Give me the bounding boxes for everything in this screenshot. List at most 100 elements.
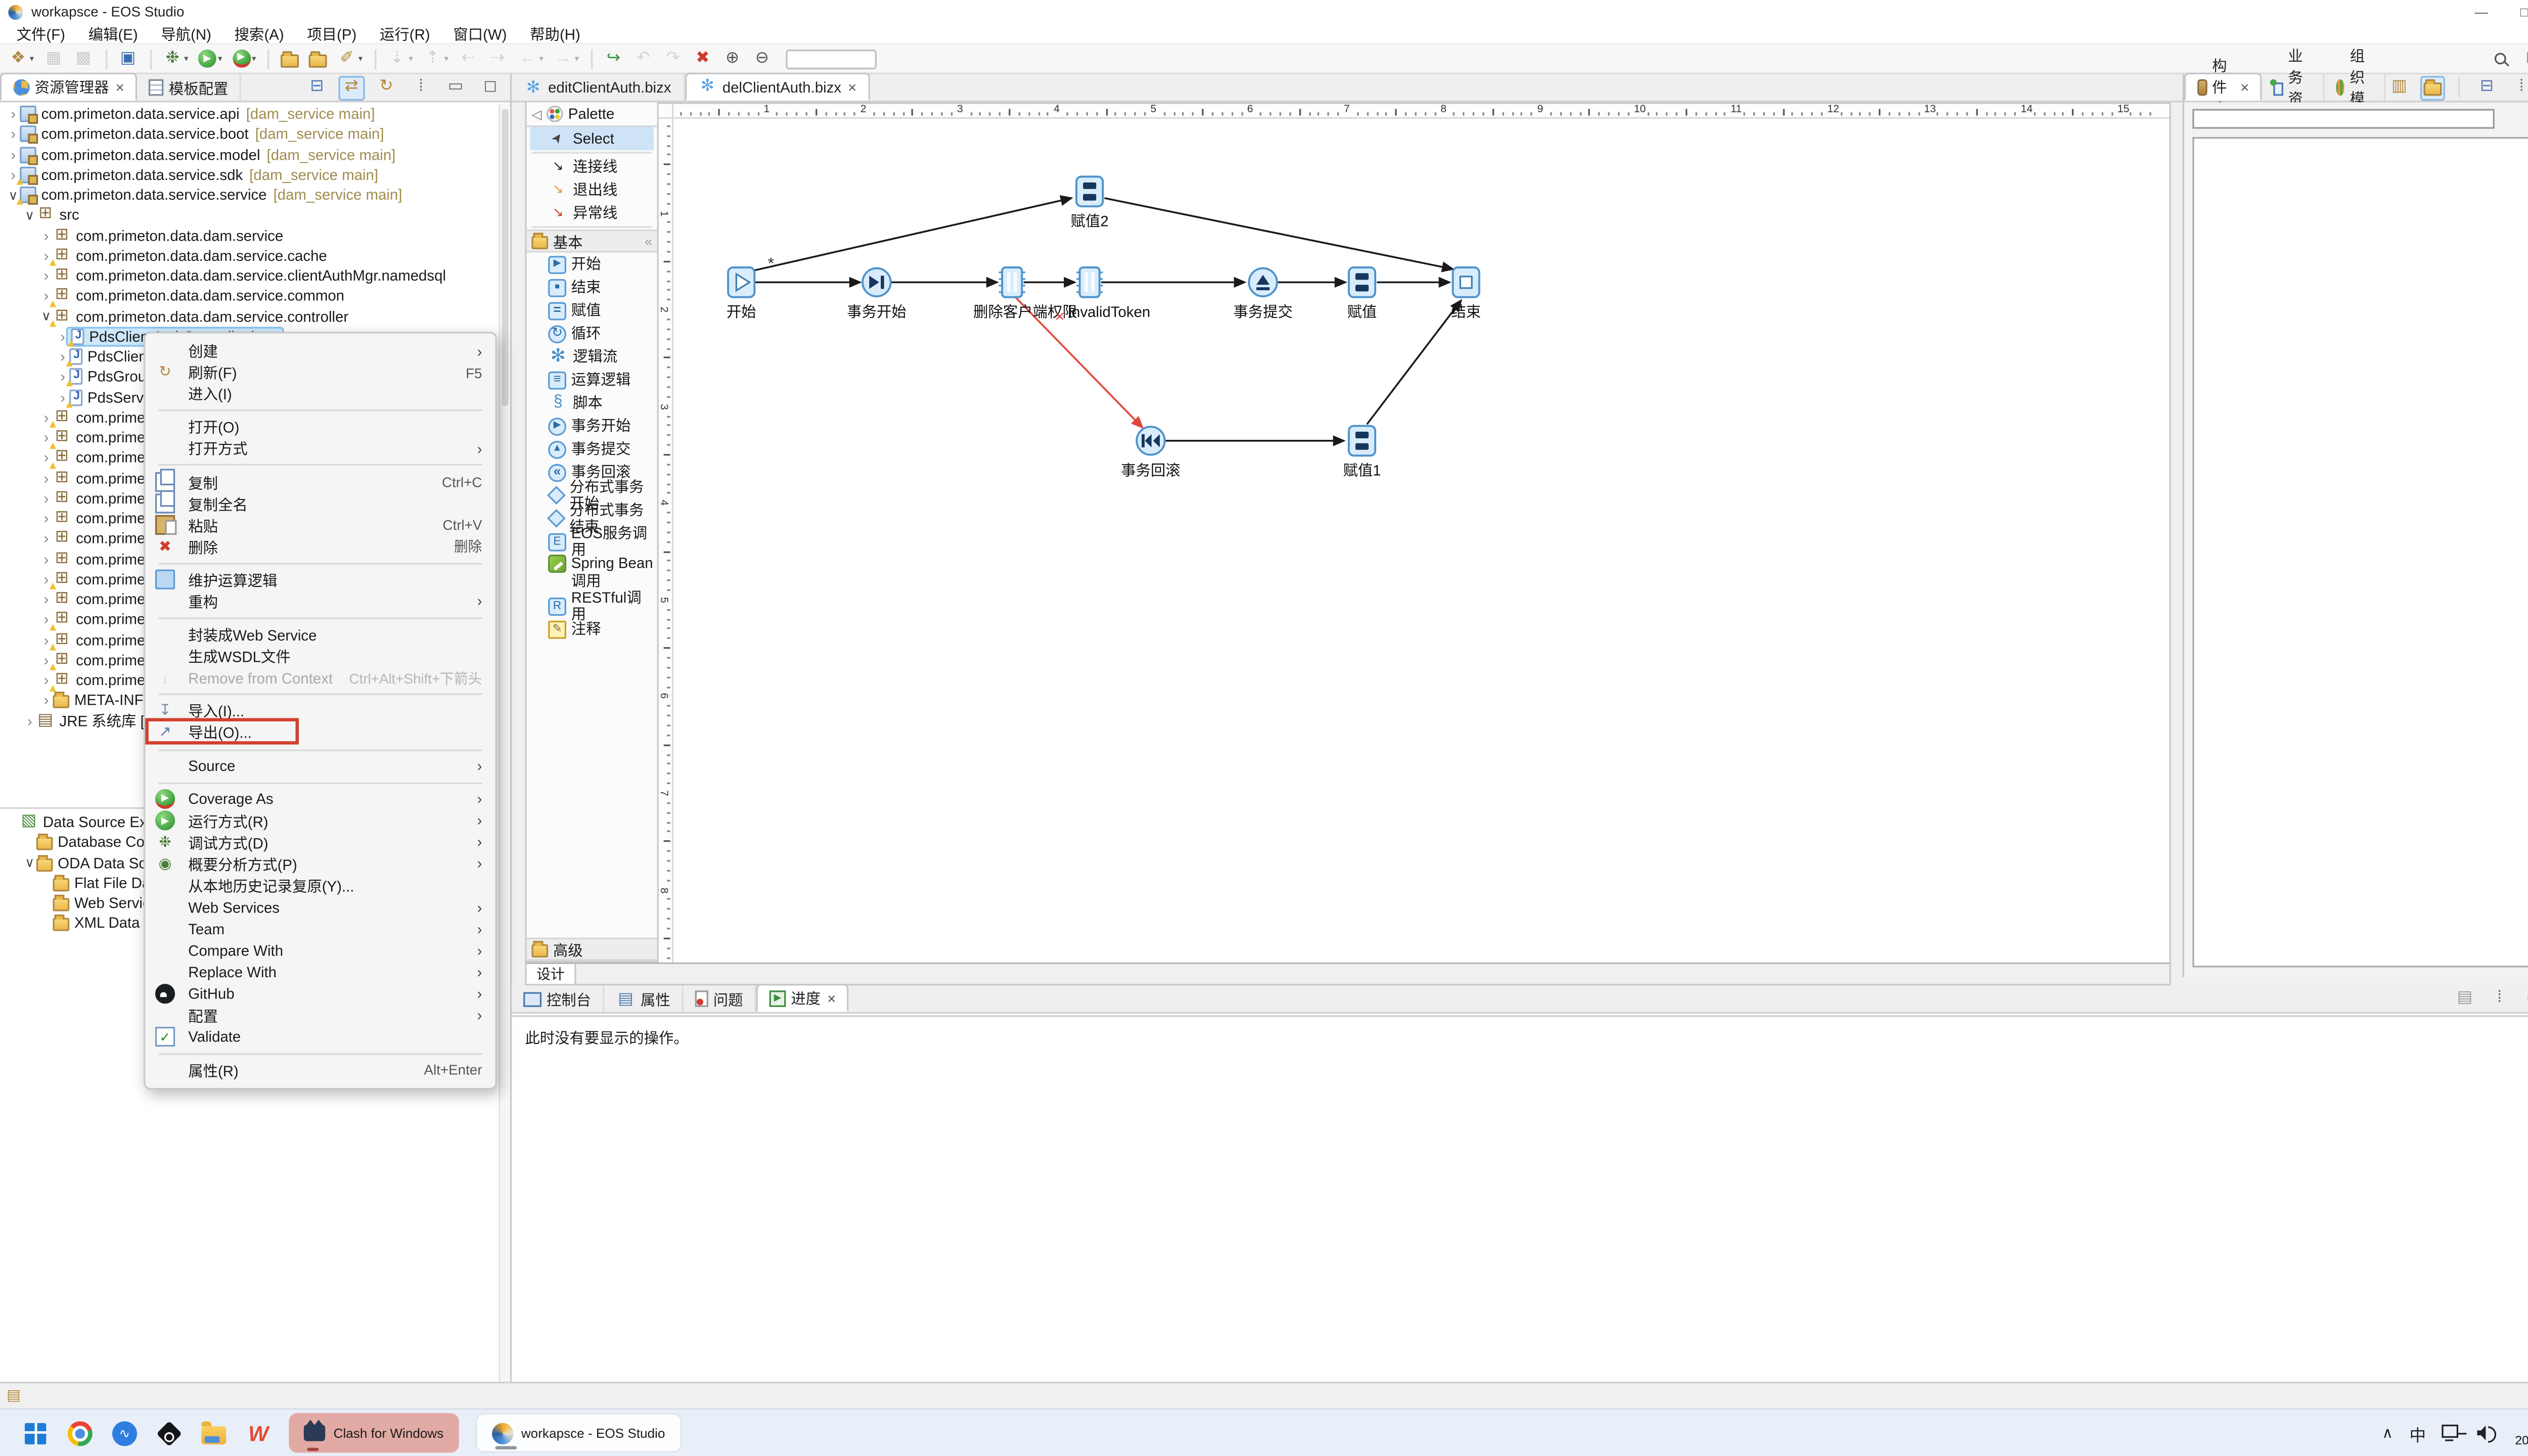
collapse-palette-icon[interactable]: ◁ bbox=[531, 107, 541, 121]
menu-item-Validate[interactable]: Validate bbox=[145, 1026, 495, 1048]
tab-资源管理器[interactable]: 资源管理器× bbox=[0, 73, 138, 101]
view-menu-icon[interactable]: ⁞ bbox=[2508, 75, 2528, 100]
menu-item-0[interactable]: 文件(F) bbox=[5, 23, 77, 43]
tab-进度[interactable]: ▶进度× bbox=[756, 984, 849, 1012]
volume-icon[interactable] bbox=[2477, 1425, 2498, 1441]
last-edit-location-icon[interactable]: ↪ bbox=[600, 46, 626, 71]
menu-item-删除[interactable]: ✖删除删除 bbox=[145, 536, 495, 558]
menu-item-生成WSDL文件[interactable]: 生成WSDL文件 bbox=[145, 646, 495, 667]
close-tab-icon[interactable]: × bbox=[827, 990, 836, 1007]
collapsed-arrow-icon[interactable]: › bbox=[39, 530, 53, 547]
taskbar-windows-icon[interactable] bbox=[21, 1419, 50, 1447]
menu-item-刷新(F)[interactable]: ↻刷新(F)F5 bbox=[145, 361, 495, 383]
diagram-node-txn-begin[interactable]: 事务开始 bbox=[847, 268, 907, 321]
open-folder-2-icon[interactable] bbox=[305, 46, 330, 71]
taskbar-file-explorer-icon[interactable] bbox=[200, 1419, 228, 1447]
menu-item-Source[interactable]: Source› bbox=[145, 755, 495, 777]
back-icon[interactable]: ←▾ bbox=[515, 46, 547, 71]
zoom-in-icon[interactable]: ⊕ bbox=[719, 46, 746, 71]
menu-item-复制全名[interactable]: 复制全名 bbox=[145, 493, 495, 515]
tree-row-1[interactable]: ›com.primeton.data.service.boot[dam_serv… bbox=[0, 124, 497, 145]
scrollbar-thumb[interactable] bbox=[502, 109, 509, 406]
dropdown-arrow-icon[interactable]: ▾ bbox=[539, 54, 543, 64]
clock[interactable]: 15:262025/10/16 bbox=[2515, 1418, 2528, 1448]
tab-属性[interactable]: ▤属性 bbox=[604, 985, 684, 1012]
maximize-button[interactable]: □ bbox=[2503, 0, 2528, 23]
coverage-icon[interactable]: ▶▾ bbox=[229, 46, 259, 71]
menu-item-封装成Web Service[interactable]: 封装成Web Service bbox=[145, 624, 495, 646]
expanded-arrow-icon[interactable]: ∨ bbox=[23, 855, 36, 870]
collapse-all-icon[interactable]: ⊟ bbox=[304, 75, 330, 100]
menu-item-运行方式(R)[interactable]: ▶运行方式(R)› bbox=[145, 810, 495, 832]
palette-item-RESTful调用[interactable]: RRESTful调用 bbox=[530, 595, 654, 618]
taskbar-obsidian-icon[interactable] bbox=[155, 1419, 184, 1447]
refresh-gold-icon[interactable]: ↻ bbox=[373, 75, 399, 100]
close-tab-icon[interactable]: × bbox=[116, 78, 124, 95]
diagram-node-assign1[interactable]: 赋值1 bbox=[1343, 426, 1381, 479]
chip-folder-icon[interactable]: ▥ bbox=[2386, 75, 2412, 100]
dropdown-arrow-icon[interactable]: ▾ bbox=[184, 54, 188, 64]
menu-item-Replace With[interactable]: Replace With› bbox=[145, 962, 495, 983]
checkout-icon[interactable]: ⇣▾ bbox=[384, 46, 416, 71]
link-with-editor-icon[interactable]: ⇄ bbox=[338, 75, 365, 100]
tab-delClientAuth.bizx[interactable]: ✻delClientAuth.bizx× bbox=[685, 73, 870, 101]
diagram-node-invalid-token[interactable]: invalidToken bbox=[1068, 267, 1150, 321]
minimize-icon[interactable]: ▭ bbox=[442, 75, 469, 100]
diagram-node-assign[interactable]: 赋值 bbox=[1347, 267, 1377, 321]
menu-item-Remove from Context[interactable]: ↓Remove from ContextCtrl+Alt+Shift+下箭头 bbox=[145, 667, 495, 689]
palette-item-EOS服务调用[interactable]: EEOS服务调用 bbox=[530, 530, 654, 553]
redo-icon[interactable]: ↷ bbox=[660, 46, 686, 71]
collapsed-arrow-icon[interactable]: › bbox=[39, 470, 53, 486]
toolbar-field[interactable] bbox=[785, 49, 876, 68]
prev-edit-icon[interactable]: ⇠ bbox=[455, 46, 481, 71]
open-perspective-icon[interactable]: ⊞ bbox=[2519, 46, 2528, 71]
expanded-arrow-icon[interactable]: ∨ bbox=[23, 208, 36, 222]
new-wizard-icon[interactable]: ❖▾ bbox=[5, 46, 37, 71]
palette-item-异常线[interactable]: ↘异常线 bbox=[530, 201, 654, 224]
open-folder-icon[interactable] bbox=[278, 46, 302, 71]
tab-editClientAuth.bizx[interactable]: ✻editClientAuth.bizx bbox=[512, 74, 684, 101]
menu-item-属性(R)[interactable]: 属性(R)Alt+Enter bbox=[145, 1059, 495, 1081]
menu-item-导入(I)...[interactable]: ↧导入(I)... bbox=[145, 701, 495, 722]
forward-icon[interactable]: →▾ bbox=[550, 46, 582, 71]
tab-构件库[interactable]: 构件库× bbox=[2184, 73, 2262, 101]
debug-icon[interactable]: ❉▾ bbox=[159, 46, 192, 71]
tab-模板配置[interactable]: 模板配置 bbox=[138, 74, 242, 101]
dropdown-arrow-icon[interactable]: ▾ bbox=[409, 54, 413, 64]
save-all-icon[interactable]: ▩ bbox=[70, 46, 97, 71]
menu-item-打开(O)[interactable]: 打开(O) bbox=[145, 417, 495, 438]
maximize-icon[interactable]: ◻ bbox=[477, 75, 504, 100]
next-edit-icon[interactable]: ⇢ bbox=[485, 46, 511, 71]
menu-item-从本地历史记录复原(Y)...[interactable]: 从本地历史记录复原(Y)... bbox=[145, 875, 495, 897]
menu-item-Team[interactable]: Team› bbox=[145, 918, 495, 940]
menu-item-2[interactable]: 导航(N) bbox=[150, 23, 223, 43]
menu-item-3[interactable]: 搜索(A) bbox=[223, 23, 296, 43]
menu-item-导出(O)...[interactable]: ↗导出(O)... bbox=[145, 722, 495, 744]
tree-row-0[interactable]: ›com.primeton.data.service.api[dam_servi… bbox=[0, 104, 497, 124]
tree-row-3[interactable]: ›com.primeton.data.service.sdk[dam_servi… bbox=[0, 165, 497, 185]
taskbar-window-workapsce - EOS Studio[interactable]: workapsce - EOS Studio bbox=[475, 1413, 682, 1452]
view-menu-icon[interactable]: ⁞ bbox=[408, 75, 434, 100]
menu-item-7[interactable]: 帮助(H) bbox=[518, 23, 592, 43]
menu-item-GitHub[interactable]: GitHub› bbox=[145, 983, 495, 1005]
minimize-icon[interactable]: ▭ bbox=[2521, 986, 2528, 1011]
collapsed-arrow-icon[interactable]: › bbox=[23, 712, 36, 729]
palette-item-逻辑流[interactable]: ✻逻辑流 bbox=[530, 345, 654, 368]
palette-item-脚本[interactable]: §脚本 bbox=[530, 391, 654, 415]
menu-item-调试方式(D)[interactable]: ❉调试方式(D)› bbox=[145, 832, 495, 853]
palette-item-连接线[interactable]: ↘连接线 bbox=[530, 155, 654, 178]
diagram-edge-10[interactable] bbox=[1367, 300, 1461, 424]
palette-item-循环[interactable]: ↻循环 bbox=[530, 322, 654, 345]
palette-item-赋值[interactable]: =赋值 bbox=[530, 299, 654, 322]
dropdown-arrow-icon[interactable]: ▾ bbox=[218, 54, 222, 64]
menu-item-维护运算逻辑[interactable]: 维护运算逻辑 bbox=[145, 569, 495, 591]
collapsed-arrow-icon[interactable]: › bbox=[39, 490, 53, 507]
menu-item-Web Services[interactable]: Web Services› bbox=[145, 896, 495, 918]
tree-row-9[interactable]: ›⊞com.primeton.data.dam.service.common bbox=[0, 286, 497, 306]
view-menu-icon[interactable]: ⁞ bbox=[2487, 986, 2513, 1011]
palette-item-运算逻辑[interactable]: ≡运算逻辑 bbox=[530, 368, 654, 391]
hidden-icons-chevron[interactable]: ∧ bbox=[2382, 1424, 2393, 1442]
run-icon[interactable]: ▶▾ bbox=[195, 46, 225, 71]
explorer-scrollbar[interactable] bbox=[499, 104, 510, 1382]
palette-item-事务提交[interactable]: ▲事务提交 bbox=[530, 437, 654, 461]
